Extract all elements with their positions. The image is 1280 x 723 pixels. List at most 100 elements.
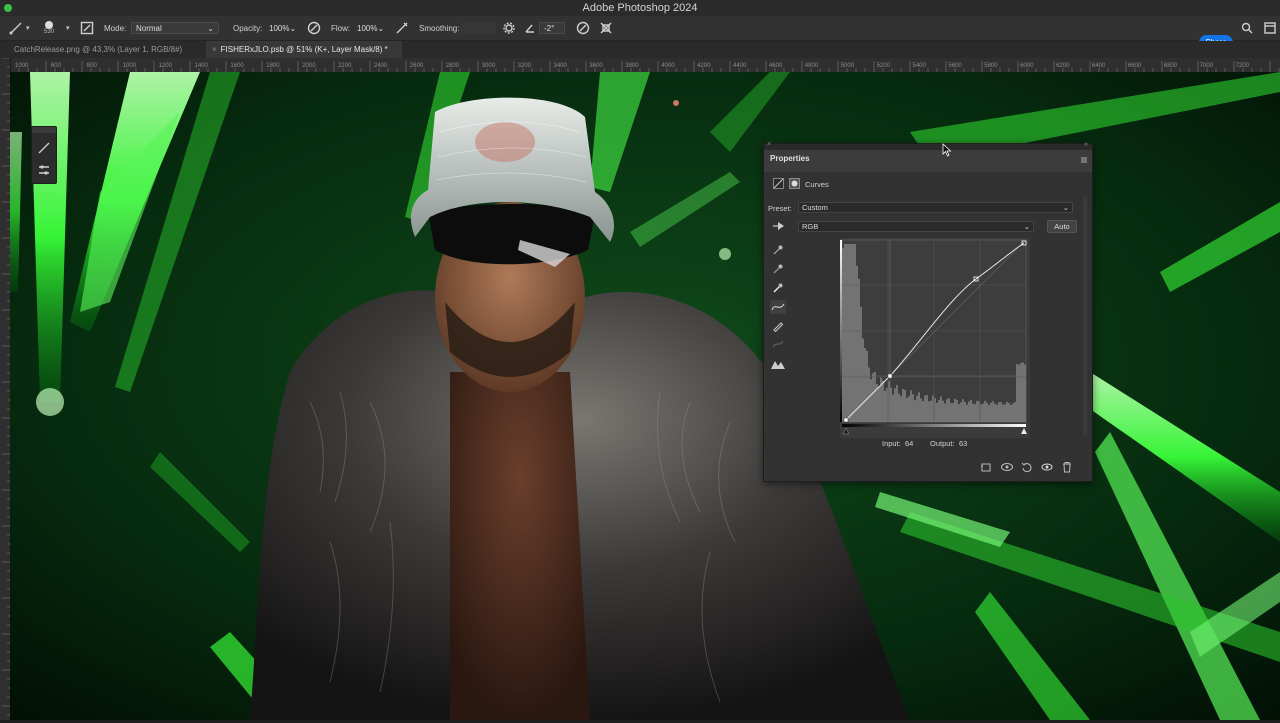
pressure-opacity-icon[interactable] bbox=[307, 16, 321, 40]
draw-curve-pencil-icon[interactable] bbox=[772, 320, 784, 335]
adjust-icon[interactable] bbox=[37, 163, 51, 180]
ruler-label: 5400 bbox=[912, 63, 926, 69]
histogram-bar bbox=[842, 247, 844, 422]
ruler-label: 800 bbox=[86, 63, 97, 69]
histogram-bar bbox=[920, 398, 922, 422]
curve-point-black bbox=[843, 417, 849, 423]
flow-label: Flow: bbox=[331, 23, 351, 33]
histogram-bar bbox=[1000, 401, 1002, 422]
histogram-bar bbox=[902, 388, 904, 422]
visibility-eye-icon[interactable] bbox=[1041, 461, 1053, 476]
toolbar-grip[interactable] bbox=[32, 127, 56, 133]
histogram-bar bbox=[930, 400, 932, 422]
close-icon[interactable]: × bbox=[212, 45, 217, 54]
close-icon[interactable]: × bbox=[767, 141, 771, 148]
flow-value: 100% bbox=[357, 23, 378, 33]
opacity-field[interactable]: 100% ⌄ bbox=[265, 22, 299, 34]
histogram-bar bbox=[1010, 404, 1012, 422]
preset-select[interactable]: Custom ⌄ bbox=[798, 202, 1073, 213]
histogram-bar bbox=[1022, 362, 1024, 422]
ruler-label: 3200 bbox=[517, 63, 531, 69]
histogram-bar bbox=[972, 403, 974, 422]
ruler-label: 1200 bbox=[158, 63, 172, 69]
edit-points-icon[interactable] bbox=[770, 300, 786, 314]
trash-icon[interactable] bbox=[1061, 461, 1073, 476]
brush-icon[interactable] bbox=[37, 141, 51, 158]
histogram-bar bbox=[1004, 404, 1006, 422]
horizontal-ruler[interactable]: 1000 600 800 1000 1200 1400 1600 1800 2000 2200 24… bbox=[10, 58, 1280, 73]
title-bar: Adobe Photoshop 2024 bbox=[0, 0, 1280, 16]
histogram-bar bbox=[1024, 364, 1026, 422]
histogram-bar bbox=[974, 404, 976, 422]
view-previous-state-icon[interactable] bbox=[1000, 461, 1014, 476]
ruler-label: 3400 bbox=[553, 63, 567, 69]
airbrush-icon[interactable] bbox=[395, 16, 409, 40]
histogram-bar bbox=[924, 395, 926, 422]
chevron-down-icon: ⌄ bbox=[1023, 222, 1030, 231]
input-value[interactable]: 64 bbox=[905, 439, 913, 448]
clipping-warning-icon[interactable] bbox=[770, 358, 786, 373]
ruler-label: 600 bbox=[50, 63, 61, 69]
curve-point-selected bbox=[887, 373, 893, 379]
curves-graph[interactable] bbox=[840, 238, 1030, 438]
chevron-down-icon: ⌄ bbox=[377, 23, 385, 33]
histogram-bar bbox=[928, 401, 930, 422]
opacity-value: 100% bbox=[269, 23, 290, 33]
flow-field[interactable]: 100% ⌄ bbox=[353, 22, 387, 34]
search-icon[interactable] bbox=[1241, 16, 1253, 40]
tab-fisherxjlo[interactable]: × FISHERxJLO.psb @ 51% (K+, Layer Mask/8… bbox=[206, 41, 402, 58]
output-value[interactable]: 63 bbox=[959, 439, 967, 448]
brush-preview-icon bbox=[45, 21, 53, 29]
histogram-bar bbox=[900, 396, 902, 422]
histogram-bar bbox=[862, 338, 864, 422]
gear-icon[interactable] bbox=[503, 16, 515, 40]
brush-tool-icon[interactable]: ▾ bbox=[8, 16, 30, 40]
ruler-label: 4200 bbox=[697, 63, 711, 69]
symmetry-icon[interactable] bbox=[598, 16, 614, 40]
ruler-label: 5000 bbox=[840, 63, 855, 69]
app-title: Adobe Photoshop 2024 bbox=[582, 2, 698, 14]
target-adjust-icon[interactable] bbox=[772, 220, 786, 235]
histogram-bar bbox=[992, 401, 994, 422]
panel-header bbox=[764, 150, 1092, 172]
pressure-size-icon[interactable] bbox=[576, 16, 590, 40]
ruler-label: 4400 bbox=[733, 63, 747, 69]
panel-menu-icon[interactable] bbox=[1080, 155, 1088, 167]
opacity-label: Opacity: bbox=[233, 23, 263, 33]
chevron-down-icon: ⌄ bbox=[289, 23, 297, 33]
brush-settings-icon[interactable] bbox=[80, 16, 94, 40]
histogram-bar bbox=[848, 244, 850, 422]
histogram-bar bbox=[960, 402, 962, 422]
auto-button[interactable]: Auto bbox=[1047, 220, 1077, 233]
panel-scrollbar[interactable] bbox=[1083, 196, 1087, 436]
channel-select[interactable]: RGB ⌄ bbox=[798, 221, 1034, 232]
histogram-bar bbox=[868, 367, 870, 422]
brush-size-dropdown-icon[interactable]: ▾ bbox=[66, 16, 70, 40]
ruler-label: 4800 bbox=[804, 63, 819, 69]
smooth-curve-icon[interactable] bbox=[772, 338, 784, 353]
histogram-bar bbox=[926, 395, 928, 422]
brush-size-picker[interactable]: 530 bbox=[44, 16, 54, 40]
document-tabs: CatchRelease.png @ 43,3% (Layer 1, RGB/8… bbox=[0, 41, 1280, 58]
workspace-icon[interactable] bbox=[1264, 16, 1276, 40]
tab-catchrelease[interactable]: CatchRelease.png @ 43,3% (Layer 1, RGB/8… bbox=[8, 41, 206, 58]
angle-field[interactable]: -2° bbox=[539, 22, 565, 34]
smoothing-field[interactable] bbox=[460, 22, 496, 34]
smoothing-label: Smoothing: bbox=[419, 23, 460, 33]
reset-icon[interactable] bbox=[1021, 461, 1033, 476]
curves-adjustment-icon[interactable] bbox=[773, 178, 784, 192]
ruler-label: 4600 bbox=[768, 63, 783, 69]
histogram-bar bbox=[922, 401, 924, 422]
histogram-bar bbox=[844, 244, 846, 422]
collapse-icon[interactable]: « bbox=[1084, 141, 1088, 148]
sample-shadows-eyedropper-icon[interactable] bbox=[772, 244, 784, 259]
layer-mask-icon[interactable] bbox=[789, 178, 800, 192]
preset-label: Preset: bbox=[768, 204, 792, 213]
histogram-bar bbox=[852, 244, 854, 422]
mode-select[interactable]: Normal ⌄ bbox=[131, 22, 219, 34]
sample-midtones-eyedropper-icon[interactable] bbox=[772, 263, 784, 278]
clip-to-layer-icon[interactable] bbox=[980, 461, 992, 476]
sample-highlights-eyedropper-icon[interactable] bbox=[772, 282, 784, 297]
histogram-bar bbox=[942, 400, 944, 422]
histogram-bar bbox=[970, 399, 972, 422]
